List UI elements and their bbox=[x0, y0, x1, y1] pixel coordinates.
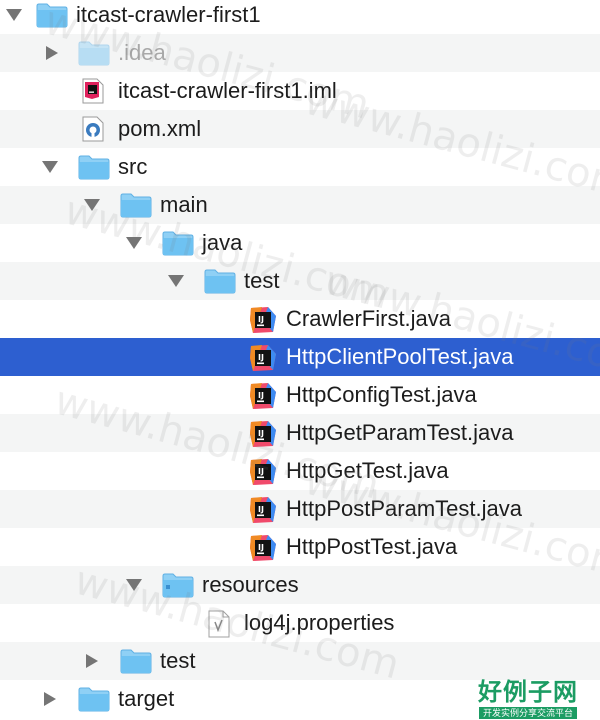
java-file-icon: IJ bbox=[248, 496, 278, 523]
tree-item-label: target bbox=[118, 686, 175, 711]
tree-row-crawlerfirst[interactable]: IJ CrawlerFirst.java bbox=[0, 300, 600, 338]
tree-row-httpgettest[interactable]: IJ HttpGetTest.java bbox=[0, 452, 600, 490]
tree-item-label: CrawlerFirst.java bbox=[286, 306, 452, 331]
svg-text:IJ: IJ bbox=[258, 543, 264, 552]
site-logo: 好例子网 开发实例分享交流平台 bbox=[473, 672, 583, 719]
java-file-icon: IJ bbox=[248, 458, 278, 485]
file-tree: itcast-crawler-first1 .idea itcast-crawl… bbox=[0, 0, 600, 718]
logo-subtitle: 开发实例分享交流平台 bbox=[479, 707, 577, 719]
collapsed-disclosure-icon[interactable] bbox=[40, 34, 64, 72]
tree-row-src[interactable]: src bbox=[0, 148, 600, 186]
tree-item-label: HttpClientPoolTest.java bbox=[286, 344, 514, 369]
folder-icon bbox=[78, 686, 110, 712]
tree-row-log4j[interactable]: log4j.properties bbox=[0, 604, 600, 642]
collapsed-disclosure-icon[interactable] bbox=[80, 642, 104, 680]
expanded-disclosure-icon[interactable] bbox=[80, 186, 104, 224]
tree-row-httpposttest[interactable]: IJ HttpPostTest.java bbox=[0, 528, 600, 566]
folder-icon bbox=[36, 2, 68, 28]
folder-icon bbox=[78, 154, 110, 180]
java-file-icon: IJ bbox=[248, 420, 278, 447]
tree-item-label: itcast-crawler-first1 bbox=[76, 2, 261, 27]
tree-item-label: main bbox=[160, 192, 208, 217]
java-file-icon: IJ bbox=[248, 382, 278, 409]
folder-icon bbox=[204, 268, 236, 294]
collapsed-disclosure-icon[interactable] bbox=[38, 680, 62, 718]
resources-folder-icon bbox=[162, 572, 194, 598]
tree-row-httpconfigtest[interactable]: IJ HttpConfigTest.java bbox=[0, 376, 600, 414]
svg-text:IJ: IJ bbox=[258, 315, 264, 324]
tree-item-label: test bbox=[244, 268, 280, 293]
tree-item-label: .idea bbox=[118, 40, 166, 65]
java-file-icon: IJ bbox=[248, 306, 278, 333]
tree-row-main[interactable]: main bbox=[0, 186, 600, 224]
tree-row-httppostparamtest[interactable]: IJ HttpPostParamTest.java bbox=[0, 490, 600, 528]
logo-title: 好例子网 bbox=[478, 677, 578, 706]
tree-row-project[interactable]: itcast-crawler-first1 bbox=[0, 0, 600, 34]
expanded-disclosure-icon[interactable] bbox=[2, 0, 26, 34]
intellij-file-icon bbox=[80, 78, 106, 104]
tree-item-label: HttpConfigTest.java bbox=[286, 382, 477, 407]
java-file-icon: IJ bbox=[248, 344, 278, 371]
folder-icon bbox=[120, 192, 152, 218]
tree-row-test-pkg[interactable]: test bbox=[0, 262, 600, 300]
tree-item-label: HttpPostParamTest.java bbox=[286, 496, 522, 521]
tree-item-label: log4j.properties bbox=[244, 610, 395, 635]
tree-item-label: itcast-crawler-first1.iml bbox=[118, 78, 337, 103]
svg-text:IJ: IJ bbox=[258, 353, 264, 362]
svg-text:IJ: IJ bbox=[258, 391, 264, 400]
tree-row-httpgetparamtest[interactable]: IJ HttpGetParamTest.java bbox=[0, 414, 600, 452]
tree-item-label: test bbox=[160, 648, 196, 673]
tree-item-label: HttpGetParamTest.java bbox=[286, 420, 514, 445]
tree-row-pom[interactable]: pom.xml bbox=[0, 110, 600, 148]
text-file-icon bbox=[206, 610, 232, 638]
tree-row-httpclientpooltest[interactable]: IJ HttpClientPoolTest.java bbox=[0, 338, 600, 376]
tree-item-label: src bbox=[118, 154, 148, 179]
java-file-icon: IJ bbox=[248, 534, 278, 561]
expanded-disclosure-icon[interactable] bbox=[122, 224, 146, 262]
maven-file-icon bbox=[80, 116, 106, 142]
svg-text:IJ: IJ bbox=[258, 467, 264, 476]
tree-item-label: resources bbox=[202, 572, 299, 597]
svg-text:IJ: IJ bbox=[258, 429, 264, 438]
tree-row-resources[interactable]: resources bbox=[0, 566, 600, 604]
folder-icon bbox=[162, 230, 194, 256]
tree-item-label: pom.xml bbox=[118, 116, 202, 141]
expanded-disclosure-icon[interactable] bbox=[164, 262, 188, 300]
tree-item-label: java bbox=[202, 230, 243, 255]
expanded-disclosure-icon[interactable] bbox=[122, 566, 146, 604]
svg-text:IJ: IJ bbox=[258, 505, 264, 514]
folder-icon bbox=[120, 648, 152, 674]
expanded-disclosure-icon[interactable] bbox=[38, 148, 62, 186]
tree-row-java[interactable]: java bbox=[0, 224, 600, 262]
tree-item-label: HttpGetTest.java bbox=[286, 458, 449, 483]
tree-row-iml[interactable]: itcast-crawler-first1.iml bbox=[0, 72, 600, 110]
tree-item-label: HttpPostTest.java bbox=[286, 534, 458, 559]
tree-row-idea[interactable]: .idea bbox=[0, 34, 600, 72]
folder-icon bbox=[78, 40, 110, 66]
